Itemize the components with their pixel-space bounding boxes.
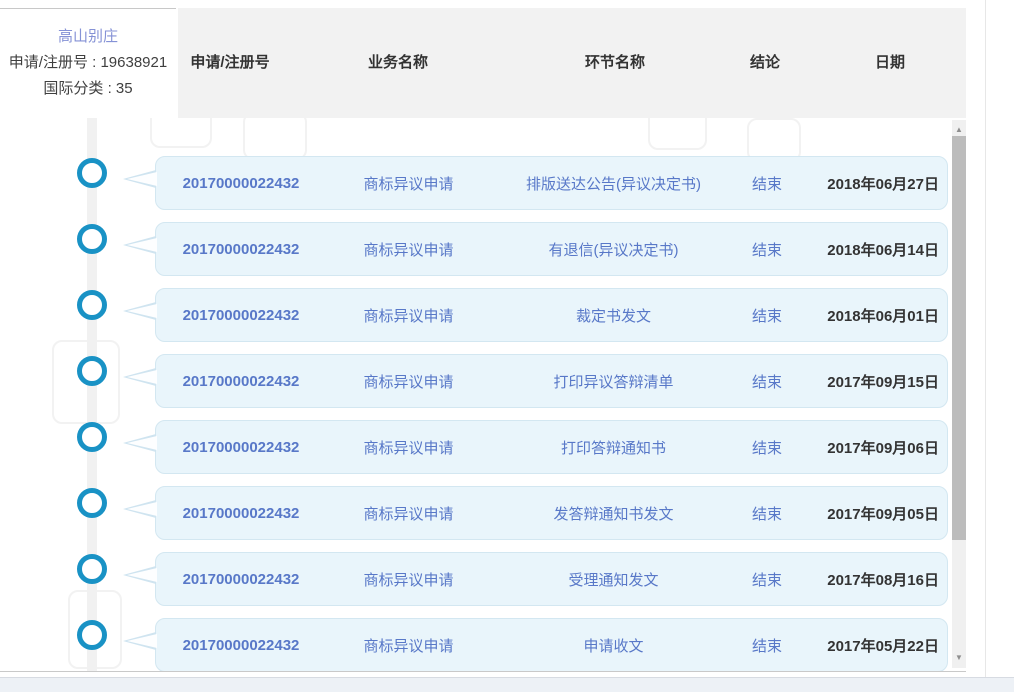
row-business-name: 商标异议申请 [363,505,454,523]
registration-number-line: 申请/注册号 : 19638921 [8,54,168,71]
row-date: 2018年06月27日 [827,175,939,193]
row-date: 2018年06月01日 [827,307,939,325]
row-business-name: 商标异议申请 [363,307,454,325]
row-reg-no[interactable]: 20170000022432 [156,637,326,654]
row-business-name: 商标异议申请 [363,373,454,391]
row-step-name: 发答辩通知书发文 [553,505,674,523]
timeline-content: 20170000022432 商标异议申请 排版送达公告(异议决定书) 结束 2… [0,118,952,672]
row-conclusion: 结束 [751,571,782,589]
bottom-strip [0,677,1014,692]
table-row: 20170000022432 商标异议申请 打印异议答辩清单 结束 2017年0… [0,354,952,408]
international-class-line: 国际分类 : 35 [43,80,133,97]
table-row: 20170000022432 商标异议申请 排版送达公告(异议决定书) 结束 2… [0,156,952,210]
table-header: 申请/注册号 业务名称 环节名称 结论 日期 [178,8,966,118]
content-bottom-border [0,671,966,672]
row-business-name: 商标异议申请 [363,241,454,259]
header-step-name: 环节名称 [584,54,646,71]
row-business-name: 商标异议申请 [363,571,454,589]
trademark-status-page: 高山别庄 申请/注册号 : 19638921 国际分类 : 35 申请/注册号 … [0,0,1014,692]
row-reg-no[interactable]: 20170000022432 [156,373,326,390]
row-bubble: 20170000022432 商标异议申请 有退信(异议决定书) 结束 2018… [123,222,948,276]
row-reg-no[interactable]: 20170000022432 [156,571,326,588]
row-business-name: 商标异议申请 [363,175,454,193]
table-row: 20170000022432 商标异议申请 受理通知发文 结束 2017年08月… [0,552,952,606]
timeline-node-icon [77,422,107,452]
row-bubble: 20170000022432 商标异议申请 受理通知发文 结束 2017年08月… [123,552,948,606]
row-step-name: 申请收文 [583,637,644,655]
header-reg-no: 申请/注册号 [190,54,270,71]
table-row: 20170000022432 商标异议申请 裁定书发文 结束 2018年06月0… [0,288,952,342]
row-bubble: 20170000022432 商标异议申请 打印异议答辩清单 结束 2017年0… [123,354,948,408]
timeline-node-icon [77,620,107,650]
timeline-node-icon [77,356,107,386]
table-row: 20170000022432 商标异议申请 申请收文 结束 2017年05月22… [0,618,952,672]
row-conclusion: 结束 [751,307,782,325]
row-conclusion: 结束 [751,175,782,193]
timeline-node-icon [77,224,107,254]
row-bubble: 20170000022432 商标异议申请 申请收文 结束 2017年05月22… [123,618,948,672]
row-conclusion: 结束 [751,637,782,655]
row-reg-no[interactable]: 20170000022432 [156,241,326,258]
row-conclusion: 结束 [751,241,782,259]
row-date: 2017年09月05日 [827,505,939,523]
row-date: 2018年06月14日 [827,241,939,259]
row-step-name: 排版送达公告(异议决定书) [526,175,701,193]
timeline-node-icon [77,158,107,188]
table-row: 20170000022432 商标异议申请 有退信(异议决定书) 结束 2018… [0,222,952,276]
trademark-name: 高山别庄 [57,28,118,45]
header-business-name: 业务名称 [367,54,429,71]
timeline-node-icon [77,554,107,584]
header-conclusion: 结论 [749,54,781,71]
row-date: 2017年05月22日 [827,637,939,655]
row-business-name: 商标异议申请 [363,637,454,655]
scroll-down-icon[interactable]: ▼ [952,650,966,664]
vertical-scrollbar[interactable]: ▲ ▼ [952,120,966,668]
row-reg-no[interactable]: 20170000022432 [156,439,326,456]
table-row: 20170000022432 商标异议申请 发答辩通知书发文 结束 2017年0… [0,486,952,540]
scrollbar-thumb[interactable] [952,136,966,540]
timeline-node-icon [77,488,107,518]
row-bubble: 20170000022432 商标异议申请 打印答辩通知书 结束 2017年09… [123,420,948,474]
row-reg-no[interactable]: 20170000022432 [156,307,326,324]
trademark-info-card: 高山别庄 申请/注册号 : 19638921 国际分类 : 35 [0,8,176,116]
header-date: 日期 [874,54,906,71]
row-reg-no[interactable]: 20170000022432 [156,175,326,192]
timeline-node-icon [77,290,107,320]
row-step-name: 打印答辩通知书 [560,439,666,457]
row-date: 2017年08月16日 [827,571,939,589]
row-step-name: 有退信(异议决定书) [548,241,679,259]
row-business-name: 商标异议申请 [363,439,454,457]
row-conclusion: 结束 [751,373,782,391]
row-bubble: 20170000022432 商标异议申请 发答辩通知书发文 结束 2017年0… [123,486,948,540]
row-date: 2017年09月06日 [827,439,939,457]
row-bubble: 20170000022432 商标异议申请 裁定书发文 结束 2018年06月0… [123,288,948,342]
row-bubble: 20170000022432 商标异议申请 排版送达公告(异议决定书) 结束 2… [123,156,948,210]
row-conclusion: 结束 [751,505,782,523]
row-step-name: 受理通知发文 [568,571,659,589]
row-date: 2017年09月15日 [827,373,939,391]
row-step-name: 裁定书发文 [575,307,651,325]
row-reg-no[interactable]: 20170000022432 [156,505,326,522]
row-conclusion: 结束 [751,439,782,457]
row-step-name: 打印异议答辩清单 [553,373,674,391]
scroll-up-icon[interactable]: ▲ [952,122,966,136]
right-divider [985,0,986,677]
table-row: 20170000022432 商标异议申请 打印答辩通知书 结束 2017年09… [0,420,952,474]
